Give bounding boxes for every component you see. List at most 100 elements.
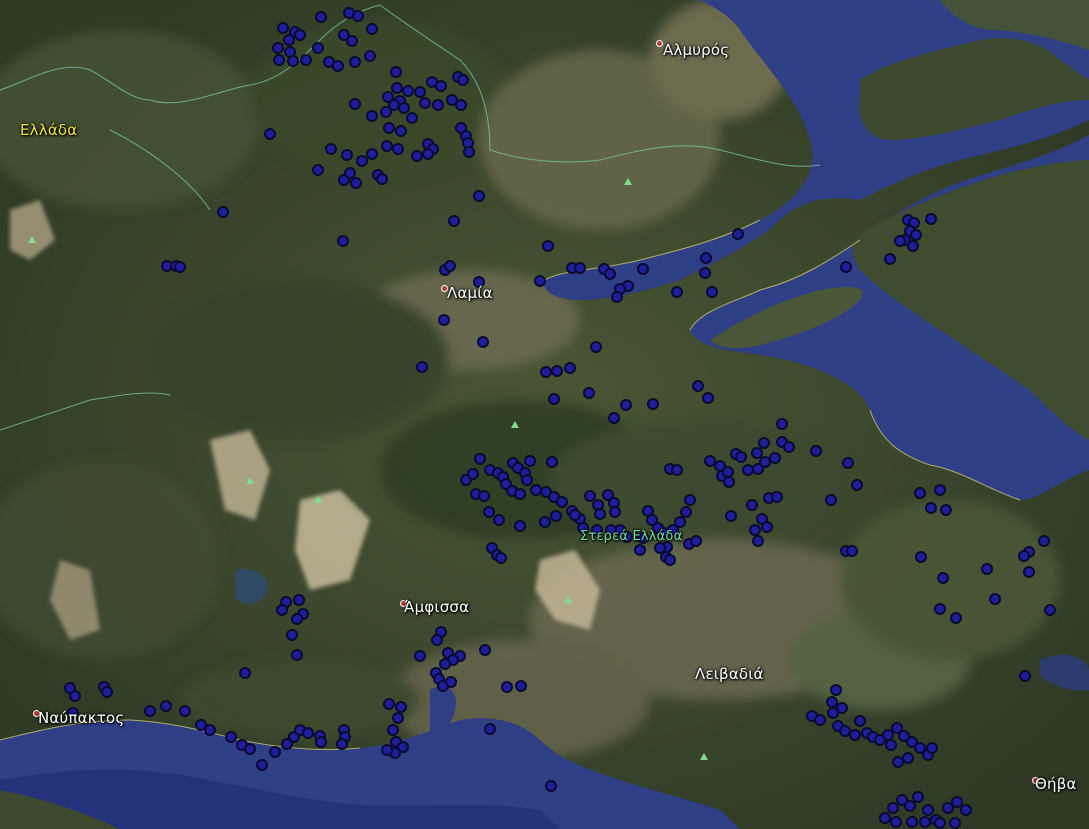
- country-label[interactable]: Ελλάδα: [20, 121, 77, 139]
- map-marker[interactable]: [225, 731, 237, 743]
- map-marker[interactable]: [654, 542, 666, 554]
- map-marker[interactable]: [524, 455, 536, 467]
- map-marker[interactable]: [277, 22, 289, 34]
- map-marker[interactable]: [444, 260, 456, 272]
- map-marker[interactable]: [521, 474, 533, 486]
- map-marker[interactable]: [989, 593, 1001, 605]
- map-marker[interactable]: [783, 441, 795, 453]
- map-marker[interactable]: [540, 366, 552, 378]
- map-marker[interactable]: [395, 701, 407, 713]
- map-marker[interactable]: [810, 445, 822, 457]
- map-marker[interactable]: [556, 496, 568, 508]
- map-marker[interactable]: [315, 736, 327, 748]
- map-marker[interactable]: [906, 816, 918, 828]
- map-marker[interactable]: [912, 791, 924, 803]
- map-marker[interactable]: [706, 286, 718, 298]
- map-marker[interactable]: [951, 796, 963, 808]
- map-marker[interactable]: [346, 35, 358, 47]
- map-marker[interactable]: [884, 253, 896, 265]
- map-marker[interactable]: [312, 42, 324, 54]
- map-marker[interactable]: [463, 146, 475, 158]
- map-marker[interactable]: [445, 676, 457, 688]
- map-marker[interactable]: [674, 516, 686, 528]
- map-marker[interactable]: [854, 715, 866, 727]
- map-marker[interactable]: [325, 143, 337, 155]
- map-marker[interactable]: [545, 780, 557, 792]
- map-marker[interactable]: [287, 55, 299, 67]
- map-marker[interactable]: [759, 456, 771, 468]
- map-marker[interactable]: [435, 80, 447, 92]
- map-marker[interactable]: [336, 738, 348, 750]
- map-marker[interactable]: [771, 491, 783, 503]
- place-label-amfissa[interactable]: Άμφισσα: [404, 598, 469, 616]
- map-marker[interactable]: [926, 742, 938, 754]
- map-marker[interactable]: [495, 552, 507, 564]
- map-marker[interactable]: [564, 362, 576, 374]
- map-marker[interactable]: [546, 456, 558, 468]
- map-marker[interactable]: [204, 724, 216, 736]
- map-marker[interactable]: [217, 206, 229, 218]
- map-marker[interactable]: [376, 173, 388, 185]
- map-marker[interactable]: [383, 698, 395, 710]
- map-marker[interactable]: [484, 723, 496, 735]
- map-marker[interactable]: [302, 727, 314, 739]
- map-marker[interactable]: [352, 10, 364, 22]
- map-marker[interactable]: [1023, 566, 1035, 578]
- map-marker[interactable]: [416, 361, 428, 373]
- map-marker[interactable]: [846, 545, 858, 557]
- map-marker[interactable]: [704, 455, 716, 467]
- map-marker[interactable]: [349, 98, 361, 110]
- map-marker[interactable]: [842, 457, 854, 469]
- map-marker[interactable]: [380, 106, 392, 118]
- map-marker[interactable]: [700, 252, 712, 264]
- map-marker[interactable]: [381, 140, 393, 152]
- map-marker[interactable]: [723, 476, 735, 488]
- map-marker[interactable]: [1019, 670, 1031, 682]
- map-marker[interactable]: [934, 817, 946, 829]
- map-marker[interactable]: [742, 464, 754, 476]
- map-marker[interactable]: [350, 177, 362, 189]
- place-label-thiva[interactable]: Θήβα: [1035, 775, 1077, 793]
- map-marker[interactable]: [680, 506, 692, 518]
- map-marker[interactable]: [273, 54, 285, 66]
- map-marker[interactable]: [478, 490, 490, 502]
- map-marker[interactable]: [414, 650, 426, 662]
- map-marker[interactable]: [574, 262, 586, 274]
- map-marker[interactable]: [583, 387, 595, 399]
- map-marker[interactable]: [356, 155, 368, 167]
- map-marker[interactable]: [291, 613, 303, 625]
- map-marker[interactable]: [692, 380, 704, 392]
- map-marker[interactable]: [244, 743, 256, 755]
- map-marker[interactable]: [894, 235, 906, 247]
- map-marker[interactable]: [366, 23, 378, 35]
- map-marker[interactable]: [550, 510, 562, 522]
- map-marker[interactable]: [887, 802, 899, 814]
- map-marker[interactable]: [315, 11, 327, 23]
- map-marker[interactable]: [690, 535, 702, 547]
- map-marker[interactable]: [940, 504, 952, 516]
- map-marker[interactable]: [879, 812, 891, 824]
- map-marker[interactable]: [174, 261, 186, 273]
- map-marker[interactable]: [840, 261, 852, 273]
- map-marker[interactable]: [239, 667, 251, 679]
- map-marker[interactable]: [702, 392, 714, 404]
- map-marker[interactable]: [904, 800, 916, 812]
- map-marker[interactable]: [826, 696, 838, 708]
- map-marker[interactable]: [101, 686, 113, 698]
- place-label-livadia[interactable]: Λειβαδιά: [695, 665, 764, 683]
- map-marker[interactable]: [825, 494, 837, 506]
- map-marker[interactable]: [751, 447, 763, 459]
- map-marker[interactable]: [634, 544, 646, 556]
- region-label-sterea[interactable]: Στερεά Ελλάδα: [580, 529, 682, 544]
- map-marker[interactable]: [542, 240, 554, 252]
- map-marker[interactable]: [647, 398, 659, 410]
- map-marker[interactable]: [949, 817, 961, 829]
- map-marker[interactable]: [671, 286, 683, 298]
- map-marker[interactable]: [907, 240, 919, 252]
- map-marker[interactable]: [539, 516, 551, 528]
- map-marker[interactable]: [849, 729, 861, 741]
- map-marker[interactable]: [264, 128, 276, 140]
- map-marker[interactable]: [735, 451, 747, 463]
- map-marker[interactable]: [467, 468, 479, 480]
- map-marker[interactable]: [391, 82, 403, 94]
